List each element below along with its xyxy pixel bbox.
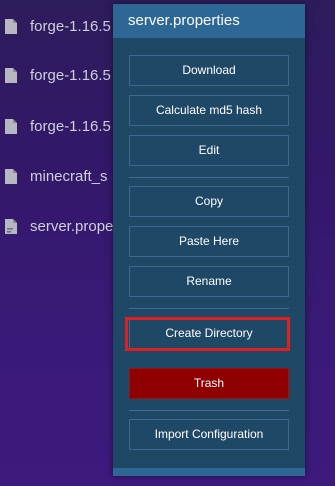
edit-button[interactable]: Edit [129,135,289,166]
file-icon [5,169,17,184]
file-text-icon [5,219,17,234]
file-icon [5,19,17,34]
menu-divider [129,177,289,178]
copy-button[interactable]: Copy [129,186,289,217]
import-configuration-button[interactable]: Import Configuration [129,419,289,450]
context-menu: server.properties Download Calculate md5… [113,4,305,476]
file-name: server.prope [30,218,114,235]
calculate-md5-button[interactable]: Calculate md5 hash [129,95,289,126]
file-name: forge-1.16.5 [30,118,111,135]
file-name: forge-1.16.5 [30,18,111,35]
menu-divider [129,410,289,411]
download-button[interactable]: Download [129,55,289,86]
context-menu-footer [113,468,305,476]
context-menu-title: server.properties [113,4,305,38]
file-name: forge-1.16.5 [30,67,111,84]
file-icon [5,68,17,83]
paste-here-button[interactable]: Paste Here [129,226,289,257]
rename-button[interactable]: Rename [129,266,289,297]
file-name: minecraft_s [30,168,108,185]
create-directory-button[interactable]: Create Directory [129,318,289,349]
trash-button[interactable]: Trash [129,368,289,399]
menu-divider [129,308,289,309]
file-icon [5,119,17,134]
